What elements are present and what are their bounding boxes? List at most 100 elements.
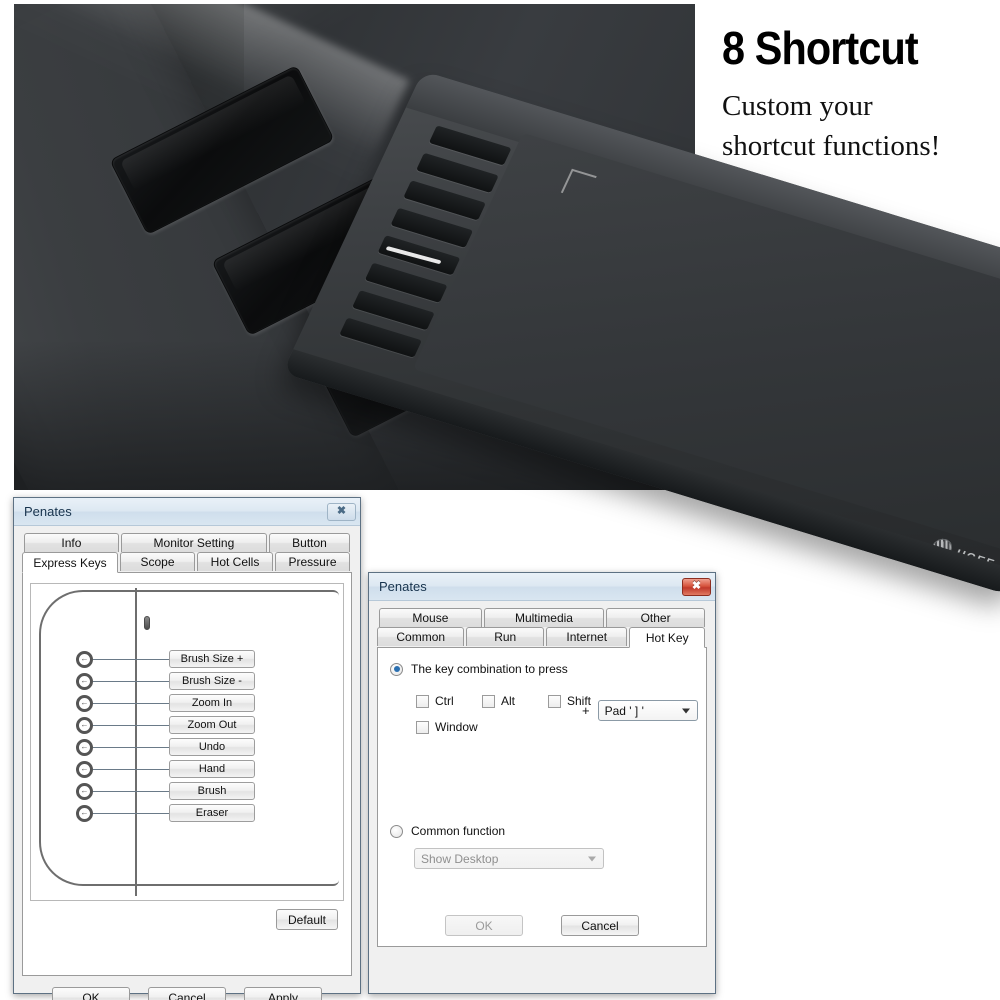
marketing-headline-block: 8 Shortcut Custom your shortcut function… (722, 22, 1000, 166)
tab-common[interactable]: Common (377, 627, 465, 646)
radio-key-combination-icon[interactable] (390, 662, 403, 676)
list-item: ← Hand (76, 758, 343, 780)
close-icon[interactable]: ✖ (682, 577, 711, 596)
radio-key-combination-label: The key combination to press (411, 662, 568, 676)
key-combo-area: + Pad ' ] ' (582, 700, 698, 721)
left-tab-row-2: Express Keys Scope Hot Cells Pressure (22, 552, 352, 573)
default-button[interactable]: Default (276, 909, 338, 930)
tab-hot-cells[interactable]: Hot Cells (197, 552, 273, 571)
common-function-select[interactable]: Show Desktop (414, 848, 604, 869)
key-node-icon: ← (76, 694, 93, 712)
express-key-button-5[interactable]: Undo (169, 738, 255, 756)
key-connector-line (93, 768, 169, 770)
express-key-button-7[interactable]: Brush (169, 782, 255, 800)
headline-subline-1: Custom your (722, 90, 873, 122)
tab-express-keys[interactable]: Express Keys (22, 552, 118, 573)
express-key-button-8[interactable]: Eraser (169, 804, 255, 822)
common-function-value: Show Desktop (421, 851, 499, 866)
hotkey-dialog: Penates ✖ Mouse Multimedia Other Common … (368, 572, 716, 994)
key-node-icon: ← (76, 760, 93, 778)
tab-scope[interactable]: Scope (120, 552, 195, 571)
ok-button[interactable]: OK (445, 915, 523, 936)
key-connector-line (93, 702, 169, 704)
express-key-button-2[interactable]: Brush Size - (169, 672, 255, 690)
chevron-down-icon (588, 856, 596, 861)
radio-common-function[interactable]: Common function (390, 824, 694, 838)
checkbox-shift-box[interactable] (548, 694, 561, 708)
close-icon[interactable]: ✖ (327, 502, 356, 521)
tab-multimedia[interactable]: Multimedia (483, 608, 605, 627)
cancel-button[interactable]: Cancel (561, 915, 639, 936)
radio-key-combination[interactable]: The key combination to press (390, 662, 694, 676)
express-keys-dialog: Penates ✖ Info Monitor Setting Button Ex… (13, 497, 361, 1000)
key-connector-line (93, 812, 169, 814)
key-connector-line (93, 790, 169, 792)
headline-title: 8 Shortcut (722, 22, 919, 74)
cancel-button[interactable]: Cancel (148, 987, 226, 1000)
key-connector-line (93, 724, 169, 726)
express-key-button-4[interactable]: Zoom Out (169, 716, 255, 734)
checkbox-alt[interactable]: Alt (482, 694, 548, 708)
checkbox-alt-label: Alt (501, 694, 516, 708)
key-connector-line (93, 680, 169, 682)
list-item: ← Brush (76, 780, 343, 802)
express-key-button-3[interactable]: Zoom In (169, 694, 255, 712)
list-item: ← Brush Size + (76, 648, 343, 670)
headline-subline-2: shortcut functions! (722, 130, 941, 162)
key-node-icon: ← (76, 650, 93, 668)
list-item: ← Undo (76, 736, 343, 758)
plus-sign-label: + (582, 703, 590, 718)
tab-hot-key[interactable]: Hot Key (629, 627, 705, 648)
tab-mouse[interactable]: Mouse (379, 608, 482, 627)
key-connector-line (93, 658, 169, 660)
checkbox-ctrl[interactable]: Ctrl (416, 694, 482, 708)
tab-pressure[interactable]: Pressure (275, 552, 350, 571)
tab-internet[interactable]: Internet (545, 627, 628, 646)
default-button-row: Default (27, 901, 347, 930)
key-node-icon: ← (76, 782, 93, 800)
left-dialog-title: Penates (24, 504, 72, 519)
key-node-icon: ← (76, 672, 93, 690)
left-tab-row-1: Info Monitor Setting Button (22, 533, 352, 552)
tab-other[interactable]: Other (606, 608, 705, 627)
ok-button[interactable]: OK (52, 987, 130, 1000)
key-combo-select[interactable]: Pad ' ] ' (597, 700, 698, 721)
radio-common-function-label: Common function (411, 824, 506, 838)
checkbox-window-box[interactable] (416, 720, 429, 734)
checkbox-alt-box[interactable] (482, 694, 495, 708)
tab-button[interactable]: Button (269, 533, 350, 552)
express-key-button-6[interactable]: Hand (169, 760, 255, 778)
screenshot-root: UGEE 8 Shortcut Custom your shortcut fun… (0, 0, 1000, 1000)
express-key-assignment-list: ← Brush Size + ← Brush Size - ← Zoom In … (76, 648, 343, 824)
tab-info[interactable]: Info (24, 533, 119, 552)
checkbox-ctrl-box[interactable] (416, 694, 429, 708)
right-dialog-titlebar: Penates ✖ (369, 573, 715, 601)
key-node-icon: ← (76, 716, 93, 734)
checkbox-ctrl-label: Ctrl (435, 694, 454, 708)
tab-monitor-setting[interactable]: Monitor Setting (120, 533, 267, 552)
tab-run[interactable]: Run (466, 627, 544, 646)
radio-common-function-icon[interactable] (390, 824, 403, 838)
express-keys-panel: ← Brush Size + ← Brush Size - ← Zoom In … (22, 572, 352, 976)
list-item: ← Zoom In (76, 692, 343, 714)
right-dialog-footer: OK Cancel (378, 901, 706, 936)
hotkey-panel: The key combination to press Ctrl Alt Sh… (377, 647, 707, 947)
right-dialog-title: Penates (379, 579, 427, 594)
right-tab-row-1: Mouse Multimedia Other (377, 608, 707, 627)
common-function-section: Common function Show Desktop (390, 824, 694, 869)
tablet-led-indicator (144, 616, 150, 630)
checkbox-window[interactable]: Window (416, 720, 556, 734)
left-dialog-footer: OK Cancel Apply (22, 976, 352, 1000)
key-node-icon: ← (76, 804, 93, 822)
list-item: ← Brush Size - (76, 670, 343, 692)
checkbox-window-label: Window (435, 720, 478, 734)
list-item: ← Zoom Out (76, 714, 343, 736)
key-combo-value: Pad ' ] ' (604, 703, 644, 718)
right-tab-row-2: Common Run Internet Hot Key (377, 627, 707, 648)
right-dialog-body: Mouse Multimedia Other Common Run Intern… (369, 601, 715, 955)
chevron-down-icon (681, 708, 690, 713)
list-item: ← Eraser (76, 802, 343, 824)
apply-button[interactable]: Apply (244, 987, 322, 1000)
left-dialog-body: Info Monitor Setting Button Express Keys… (14, 526, 360, 1000)
express-key-button-1[interactable]: Brush Size + (169, 650, 255, 668)
